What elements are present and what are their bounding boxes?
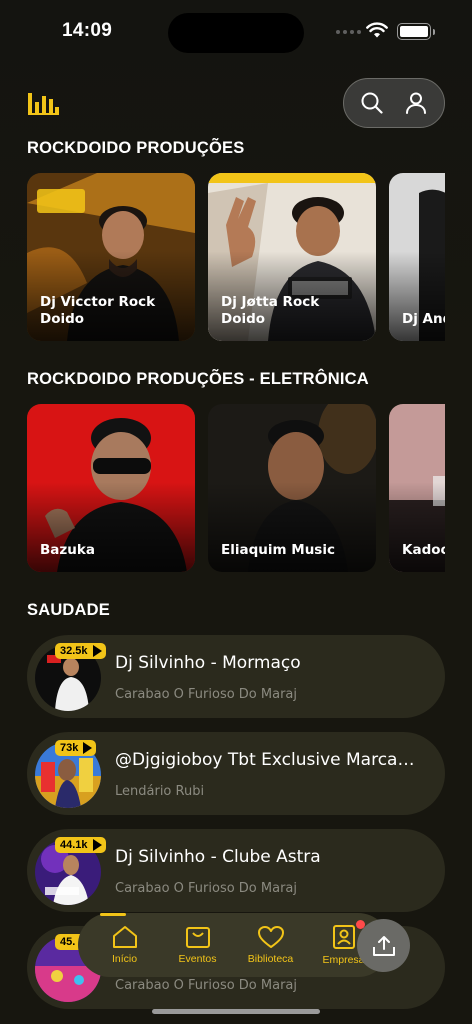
track-title: @Djgigioboy Tbt Exclusive Marcante... [115, 750, 425, 770]
battery-icon [397, 23, 435, 40]
track-artist: Carabao O Furioso Do Maraj [115, 978, 297, 993]
artist-card[interactable]: Dj Vicctor Rock Doido [27, 173, 195, 341]
artist-name: Kadoo [402, 542, 445, 558]
track-title: Dj Silvinho - Clube Astra [115, 847, 321, 867]
artist-name: Bazuka [40, 542, 95, 558]
tab-biblioteca[interactable]: Biblioteca [240, 925, 302, 965]
upload-button[interactable] [357, 919, 410, 972]
dynamic-island [168, 13, 304, 53]
track-artist: Carabao O Furioso Do Maraj [115, 881, 297, 896]
heart-icon [257, 926, 284, 948]
badge-icon [332, 925, 355, 949]
artist-card[interactable]: Dj And [389, 173, 445, 341]
artist-card[interactable]: Bazuka [27, 404, 195, 572]
signal-icon [336, 30, 361, 34]
track-artist: Carabao O Furioso Do Maraj [115, 687, 297, 702]
artist-name: Dj Vicctor Rock Doido [40, 294, 156, 327]
play-count-badge: 32.5k [55, 643, 106, 659]
bottom-tab-bar: Início Eventos Biblioteca Empresa [78, 913, 390, 977]
artist-name: Eliaquim Music [221, 542, 335, 558]
artist-name: Dj And [402, 311, 445, 327]
artist-carousel[interactable]: Bazuka Eliaquim Music Kadoo [27, 404, 445, 572]
user-icon [406, 92, 426, 114]
artist-card[interactable]: Eliaquim Music [208, 404, 376, 572]
home-icon [112, 926, 137, 948]
tab-inicio[interactable]: Início [94, 925, 156, 965]
play-count-badge: 73k [55, 740, 97, 756]
artist-card[interactable]: Dj Jøtta Rock Doido [208, 173, 376, 341]
artist-carousel[interactable]: Dj Vicctor Rock Doido Dj Jøtta Rock Doid… [27, 173, 445, 341]
profile-button[interactable] [398, 85, 434, 121]
search-icon [361, 92, 383, 114]
section-title: ROCKDOIDO PRODUÇÕES - ELETRÔNICA [27, 370, 369, 388]
section-title: SAUDADE [27, 601, 110, 619]
play-icon [92, 839, 102, 851]
equalizer-logo-icon [28, 93, 59, 115]
track-item[interactable]: 73k @Djgigioboy Tbt Exclusive Marcante..… [27, 732, 445, 815]
wifi-icon [366, 22, 388, 38]
track-item[interactable]: 44.1k Dj Silvinho - Clube Astra Carabao … [27, 829, 445, 912]
artist-card[interactable]: Kadoo [389, 404, 445, 572]
track-item[interactable]: 32.5k Dj Silvinho - Mormaço Carabao O Fu… [27, 635, 445, 718]
active-tab-indicator [100, 913, 126, 916]
status-time: 14:09 [62, 20, 113, 41]
upload-icon [372, 935, 395, 956]
tab-label: Início [111, 953, 138, 965]
track-title: Dj Silvinho - Mormaço [115, 653, 301, 673]
search-button[interactable] [354, 85, 390, 121]
tab-label: Eventos [178, 953, 217, 965]
artist-name: Dj Jøtta Rock Doido [221, 294, 320, 327]
play-icon [92, 645, 102, 657]
tab-eventos[interactable]: Eventos [167, 925, 229, 965]
header-actions [343, 78, 445, 128]
status-bar: 14:09 [0, 0, 472, 60]
play-icon [83, 742, 93, 754]
home-indicator [152, 1009, 320, 1014]
tab-label: Biblioteca [247, 953, 294, 965]
track-artist: Lendário Rubi [115, 784, 205, 799]
ticket-icon [185, 927, 210, 948]
play-count-badge: 44.1k [55, 837, 106, 853]
section-title: ROCKDOIDO PRODUÇÕES [27, 139, 245, 157]
